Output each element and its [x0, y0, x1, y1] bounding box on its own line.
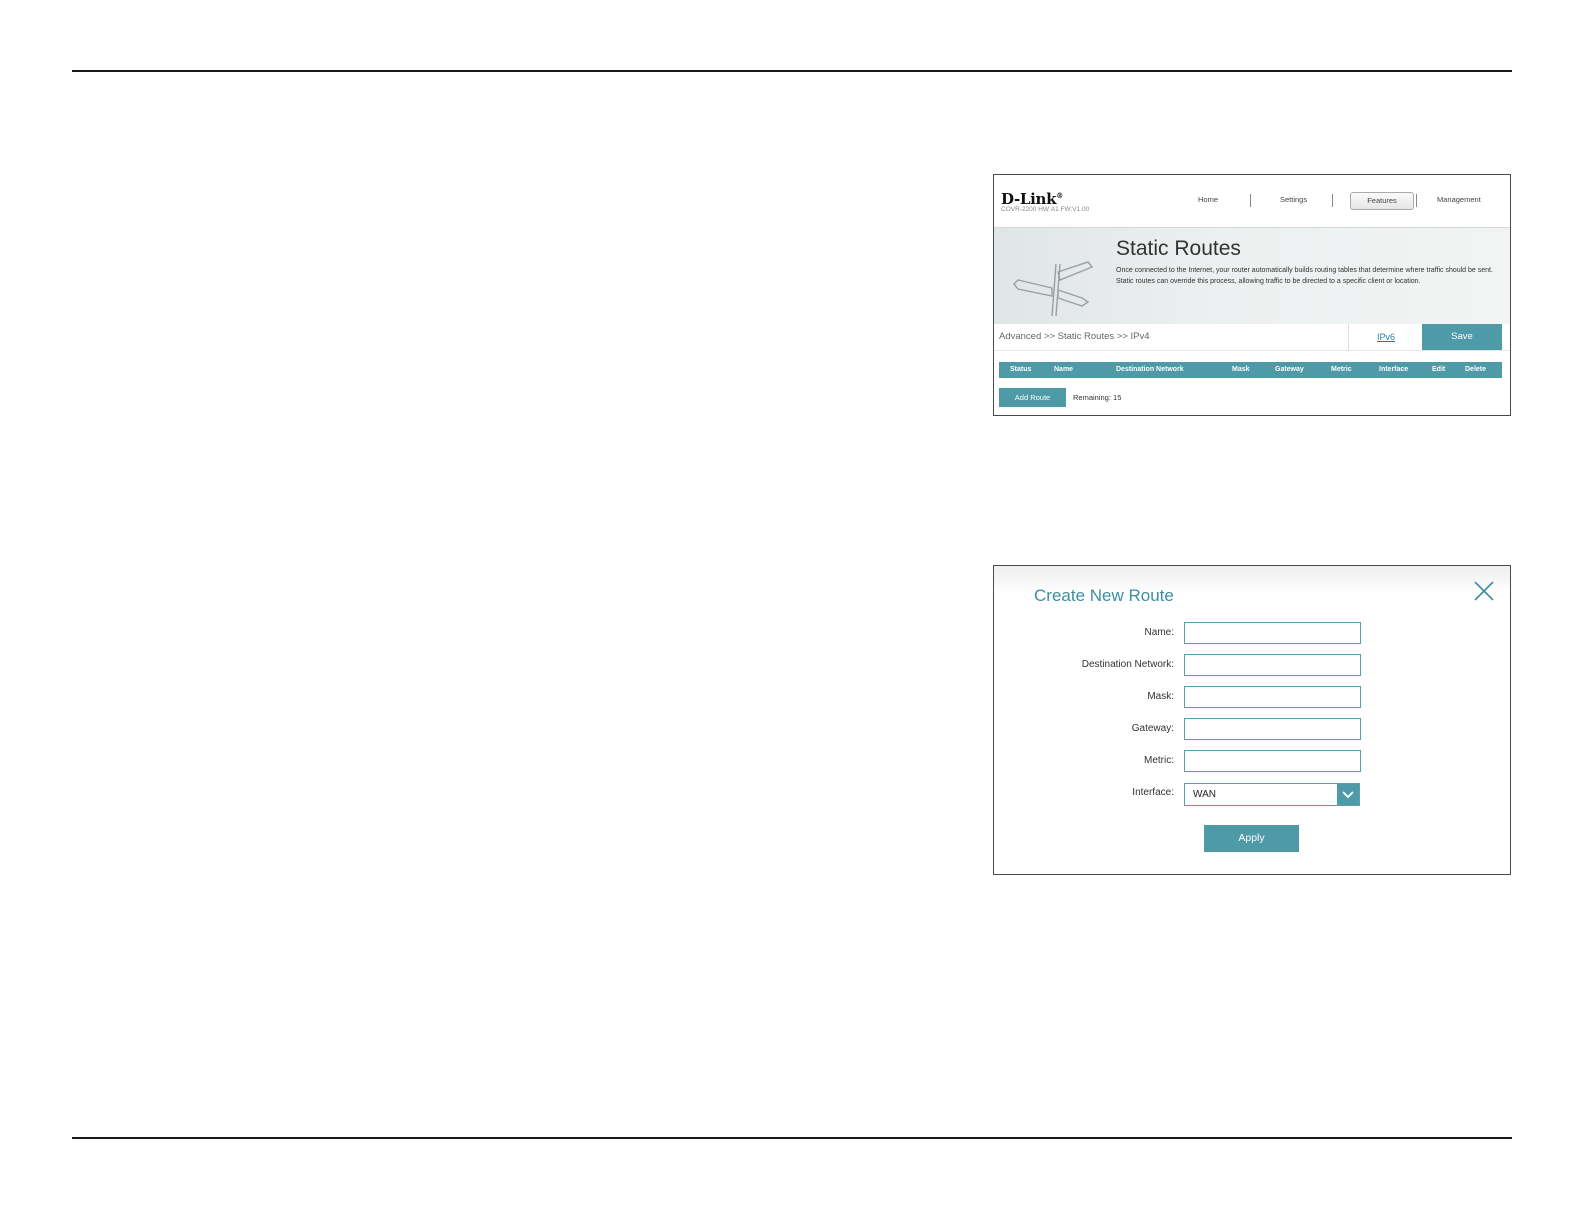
- column-header-status: Status: [1010, 366, 1032, 373]
- nav-separator: [1250, 194, 1251, 207]
- apply-button[interactable]: Apply: [1204, 825, 1299, 852]
- nav-settings[interactable]: Settings: [1280, 195, 1307, 204]
- static-routes-screenshot: D-Link® COVR-2200 HW:A1 FW:V1.00 Home Se…: [993, 174, 1511, 416]
- column-header-mask: Mask: [1232, 366, 1250, 373]
- chevron-down-icon: [1342, 791, 1354, 799]
- ipv6-link[interactable]: IPv6: [1348, 324, 1424, 350]
- name-label: Name:: [1144, 627, 1174, 638]
- nav-features[interactable]: Features: [1350, 192, 1414, 210]
- metric-input[interactable]: [1184, 750, 1361, 772]
- page-description: Once connected to the Internet, your rou…: [1116, 267, 1493, 285]
- destination-network-input[interactable]: [1184, 654, 1361, 676]
- save-button[interactable]: Save: [1422, 324, 1502, 350]
- column-header-metric: Metric: [1331, 366, 1352, 373]
- breadcrumb-bar: Advanced >> Static Routes >> IPv4 IPv6 S…: [994, 324, 1510, 351]
- interface-select[interactable]: WAN: [1184, 783, 1360, 806]
- page-banner: Static Routes Once connected to the Inte…: [994, 227, 1510, 328]
- gateway-label: Gateway:: [1131, 723, 1174, 734]
- column-header-destination: Destination Network: [1116, 366, 1184, 373]
- column-header-name: Name: [1054, 366, 1074, 373]
- signpost-icon: [1013, 261, 1094, 316]
- column-header-edit: Edit: [1432, 366, 1446, 373]
- header-bar: D-Link® COVR-2200 HW:A1 FW:V1.00 Home Se…: [994, 175, 1510, 227]
- page-title: Static Routes: [1116, 237, 1241, 260]
- column-header-interface: Interface: [1379, 366, 1409, 373]
- breadcrumb: Advanced >> Static Routes >> IPv4: [999, 331, 1150, 342]
- dropdown-toggle[interactable]: [1337, 784, 1359, 805]
- top-rule: [72, 70, 1512, 72]
- interface-label: Interface:: [1132, 787, 1174, 798]
- metric-label: Metric:: [1144, 755, 1174, 766]
- gateway-input[interactable]: [1184, 718, 1361, 740]
- nav-separator: [1332, 194, 1333, 207]
- mask-input[interactable]: [1184, 686, 1361, 708]
- add-route-button[interactable]: Add Route: [999, 388, 1066, 407]
- routes-table-header: Status Name Destination Network Mask Gat…: [999, 362, 1502, 378]
- interface-select-value: WAN: [1193, 789, 1216, 800]
- nav-home[interactable]: Home: [1198, 195, 1218, 204]
- destination-network-label: Destination Network:: [1081, 659, 1174, 670]
- dialog-title: Create New Route: [1034, 586, 1174, 605]
- mask-label: Mask:: [1147, 691, 1174, 702]
- remaining-count: Remaining: 15: [1073, 393, 1122, 402]
- nav-separator: [1416, 194, 1417, 207]
- column-header-delete: Delete: [1465, 366, 1487, 373]
- name-input[interactable]: [1184, 622, 1361, 644]
- close-icon[interactable]: [1472, 579, 1496, 603]
- model-info: COVR-2200 HW:A1 FW:V1.00: [1001, 206, 1090, 213]
- create-route-dialog: Create New Route Name: Destination Netwo…: [993, 565, 1511, 875]
- column-header-gateway: Gateway: [1275, 366, 1304, 373]
- bottom-rule: [72, 1137, 1512, 1139]
- nav-management[interactable]: Management: [1437, 195, 1481, 204]
